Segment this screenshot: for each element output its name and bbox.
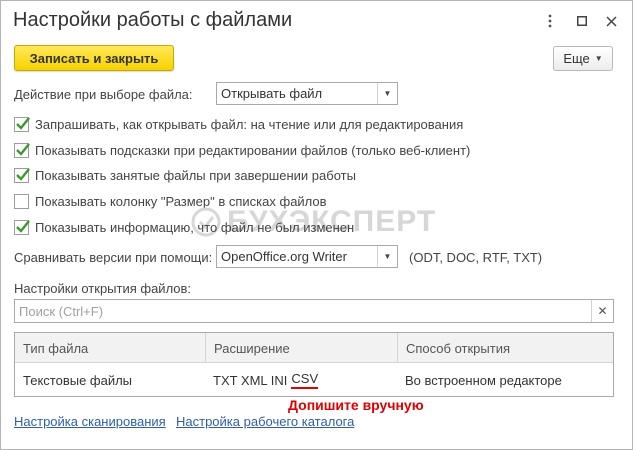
window-title: Настройки работы с файлами [13,9,293,31]
checkbox-show-unchanged-info[interactable]: Показывать информацию, что файл не был и… [14,218,354,236]
checkbox-box[interactable] [14,142,30,158]
file-action-value: Открывать файл [221,86,323,101]
checkbox-label: Запрашивать, как открывать файл: на чтен… [35,116,464,132]
checkbox-ask-open-mode[interactable]: Запрашивать, как открывать файл: на чтен… [14,115,463,133]
save-and-close-button[interactable]: Записать и закрыть [14,45,174,71]
compare-formats: (ODT, DOC, RTF, TXT) [409,250,543,265]
checkbox-label: Показывать подсказки при редактировании … [35,142,471,158]
dropdown-arrow-icon[interactable]: ▼ [377,246,397,267]
extension-added: CSV [291,371,319,389]
workdir-settings-link[interactable]: Настройка рабочего каталога [176,414,354,429]
checkbox-show-locked-files[interactable]: Показывать занятые файлы при завершении … [14,166,356,184]
column-header-extension[interactable]: Расширение [205,333,397,363]
clear-icon[interactable]: ✕ [591,300,613,322]
file-action-select[interactable]: Открывать файл ▼ [216,82,398,105]
checkbox-box[interactable] [14,193,29,209]
annotation-note: Допишите вручную [288,397,424,413]
settings-window: Настройки работы с файлами Записать и за… [0,0,633,450]
column-header-method[interactable]: Способ открытия [397,333,613,363]
cell-type[interactable]: Текстовые файлы [15,364,205,396]
compare-label: Сравнивать версии при помощи: [14,250,213,265]
maximize-icon[interactable] [571,10,593,32]
more-button-label: Еще [563,51,590,66]
checkbox-label: Показывать информацию, что файл не был и… [35,219,355,235]
column-header-type[interactable]: Тип файла [15,333,205,363]
file-action-label: Действие при выборе файла: [14,87,193,102]
cell-method[interactable]: Во встроенном редакторе [397,364,613,396]
checkbox-show-size-column[interactable]: Показывать колонку "Размер" в списках фа… [14,192,327,210]
compare-select[interactable]: OpenOffice.org Writer ▼ [216,245,398,268]
checkbox-label: Показывать занятые файлы при завершении … [35,167,356,183]
file-types-table: Тип файла Расширение Способ открытия Тек… [14,332,614,397]
search-placeholder[interactable]: Поиск (Ctrl+F) [15,304,591,319]
more-vert-icon[interactable] [539,10,561,32]
search-field[interactable]: Поиск (Ctrl+F) ✕ [14,299,614,323]
checkbox-box[interactable] [14,116,30,132]
chevron-down-icon: ▼ [594,54,603,63]
checkbox-show-hints[interactable]: Показывать подсказки при редактировании … [14,141,470,159]
open-settings-label: Настройки открытия файлов: [14,281,192,296]
scan-settings-link[interactable]: Настройка сканирования [14,414,166,429]
checkbox-label: Показывать колонку "Размер" в списках фа… [35,193,327,209]
table-header: Тип файла Расширение Способ открытия [15,333,613,363]
more-button[interactable]: Еще ▼ [553,46,613,71]
close-icon[interactable] [600,10,622,32]
checkbox-box[interactable] [14,219,30,235]
dropdown-arrow-icon[interactable]: ▼ [377,83,397,104]
compare-value: OpenOffice.org Writer [221,249,347,264]
extension-list: TXT XML INI [213,372,288,388]
cell-extension[interactable]: TXT XML INI CSV [205,364,397,396]
checkbox-box[interactable] [14,167,30,183]
